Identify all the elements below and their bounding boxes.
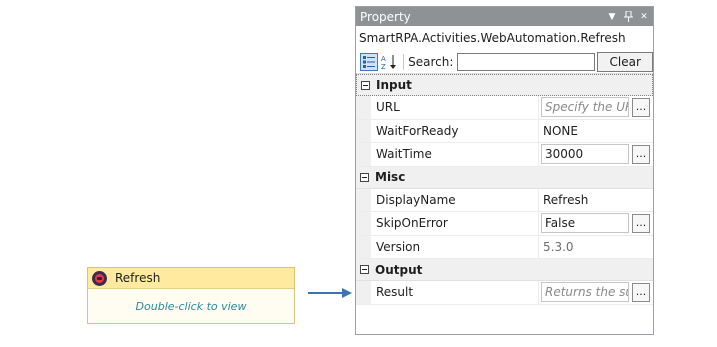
version-value: 5.3.0	[543, 239, 574, 254]
activity-hint[interactable]: Double-click to view	[88, 289, 294, 323]
property-name: Version	[371, 235, 539, 258]
result-ellipsis-button[interactable]: ...	[632, 282, 650, 302]
clear-button[interactable]: Clear	[597, 51, 653, 72]
skiponerror-ellipsis-button[interactable]: ...	[632, 213, 650, 233]
sort-alphabetical-icon[interactable]: A Z	[381, 53, 399, 71]
property-row-displayname: DisplayName Refresh	[356, 188, 653, 212]
category-misc[interactable]: Misc	[356, 166, 653, 189]
collapse-icon[interactable]	[360, 265, 369, 274]
web-refresh-icon	[92, 270, 107, 286]
property-name: Result	[371, 281, 539, 304]
property-name: URL	[371, 96, 539, 119]
waitforready-select[interactable]: NONE	[541, 124, 578, 138]
property-panel: Property ▼ ✕ SmartRPA.Activities.WebAuto…	[355, 6, 654, 335]
property-row-version: Version 5.3.0	[356, 235, 653, 259]
collapse-icon[interactable]	[361, 80, 370, 90]
url-input[interactable]: Specify the URL	[541, 97, 629, 118]
property-row-waitforready: WaitForReady NONE	[356, 119, 653, 143]
property-row-skiponerror: SkipOnError False ...	[356, 212, 653, 236]
category-label: Output	[375, 262, 423, 277]
svg-text:A: A	[381, 55, 386, 63]
url-ellipsis-button[interactable]: ...	[632, 97, 650, 117]
type-name: SmartRPA.Activities.WebAutomation.Refres…	[359, 31, 626, 45]
property-name: DisplayName	[371, 188, 539, 211]
property-grid: Input URL Specify the URL ... WaitForRea…	[356, 74, 653, 305]
categorized-view-icon[interactable]	[360, 52, 378, 71]
activity-header[interactable]: Refresh	[88, 268, 294, 289]
category-input[interactable]: Input	[356, 74, 653, 96]
search-input[interactable]	[457, 52, 596, 71]
skiponerror-input[interactable]: False	[541, 213, 629, 234]
property-name: WaitTime	[371, 143, 539, 166]
activity-title: Refresh	[115, 271, 161, 285]
panel-title: Property	[360, 9, 411, 24]
property-name: SkipOnError	[371, 212, 539, 235]
arrow-right-icon	[308, 288, 352, 298]
category-label: Input	[376, 78, 412, 92]
category-output[interactable]: Output	[356, 259, 653, 281]
panel-titlebar: Property ▼ ✕	[356, 7, 653, 26]
waittime-input[interactable]: 30000	[541, 144, 629, 165]
activity-card[interactable]: Refresh Double-click to view	[87, 267, 295, 324]
close-icon[interactable]: ✕	[637, 10, 651, 24]
waittime-ellipsis-button[interactable]: ...	[632, 144, 650, 164]
property-name: WaitForReady	[371, 119, 539, 142]
property-row-url: URL Specify the URL ...	[356, 96, 653, 120]
svg-text:Z: Z	[381, 63, 386, 70]
property-row-waittime: WaitTime 30000 ...	[356, 143, 653, 167]
category-label: Misc	[375, 170, 406, 184]
property-toolbar: A Z Search: Clear	[356, 50, 653, 74]
dropdown-icon[interactable]: ▼	[605, 10, 619, 24]
search-label: Search:	[408, 54, 454, 69]
result-input[interactable]: Returns the suc	[541, 282, 629, 303]
collapse-icon[interactable]	[360, 172, 369, 182]
property-row-result: Result Returns the suc ...	[356, 281, 653, 305]
toolbar-divider	[403, 53, 405, 70]
pin-icon[interactable]	[621, 10, 635, 24]
displayname-input[interactable]: Refresh	[541, 193, 588, 207]
